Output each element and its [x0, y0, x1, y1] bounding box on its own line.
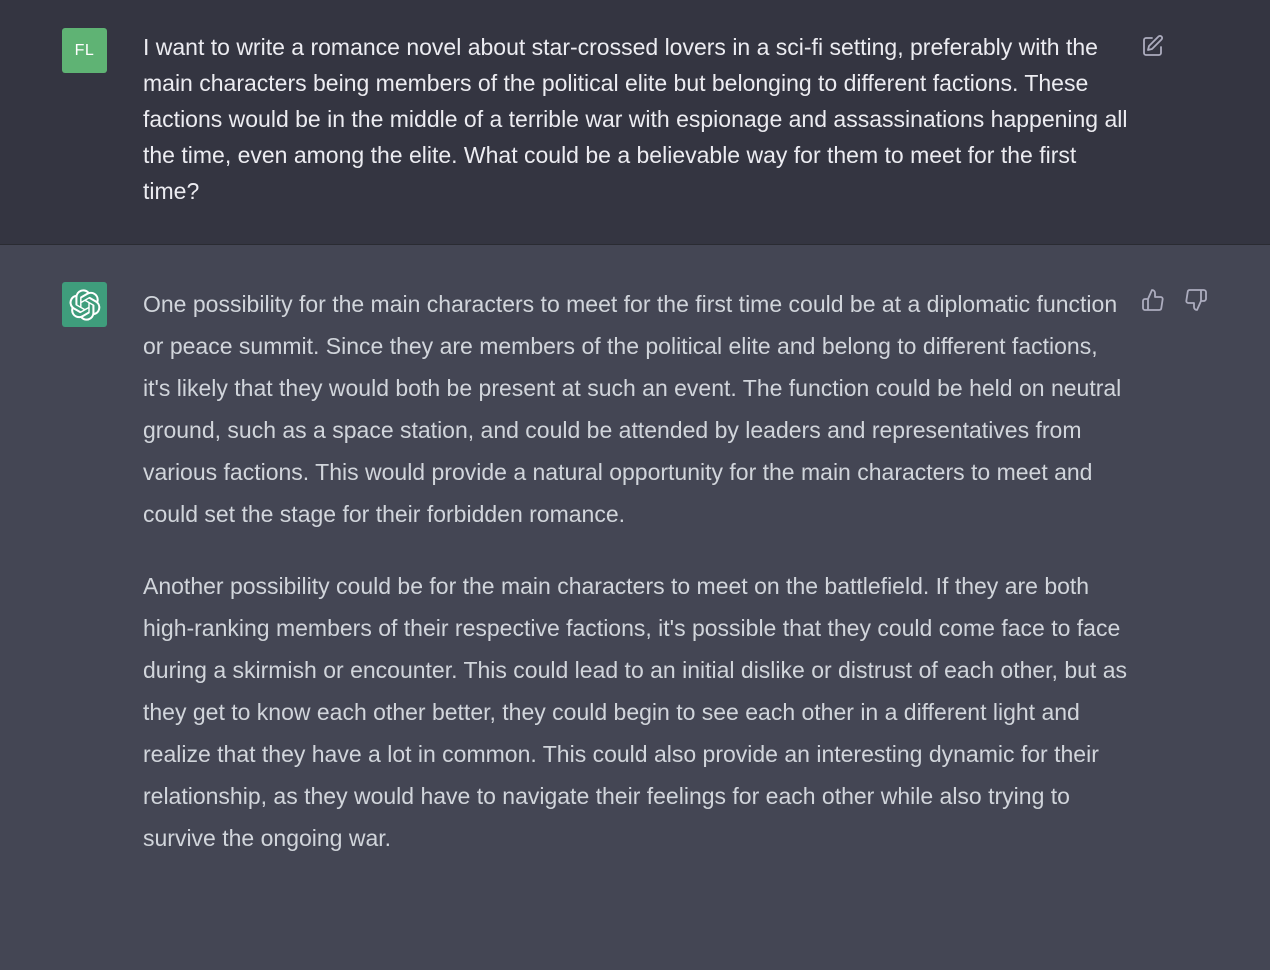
assistant-paragraph: One possibility for the main characters …: [143, 291, 1122, 527]
assistant-message-text: One possibility for the main characters …: [143, 283, 1128, 889]
user-message: FL I want to write a romance novel about…: [0, 0, 1270, 245]
thumbs-up-button[interactable]: [1139, 286, 1167, 314]
thumbs-down-icon: [1185, 289, 1207, 311]
thumbs-up-icon: [1142, 289, 1164, 311]
thumbs-down-button[interactable]: [1182, 286, 1210, 314]
assistant-avatar: [62, 282, 107, 327]
openai-logo-icon: [69, 288, 100, 321]
assistant-paragraph: Another possibility could be for the mai…: [143, 573, 1127, 851]
user-initials: FL: [74, 41, 95, 59]
edit-message-button[interactable]: [1139, 32, 1167, 60]
user-avatar: FL: [62, 28, 107, 73]
assistant-message: One possibility for the main characters …: [0, 245, 1270, 970]
edit-icon: [1143, 35, 1163, 56]
user-message-text: I want to write a romance novel about st…: [143, 34, 1128, 204]
